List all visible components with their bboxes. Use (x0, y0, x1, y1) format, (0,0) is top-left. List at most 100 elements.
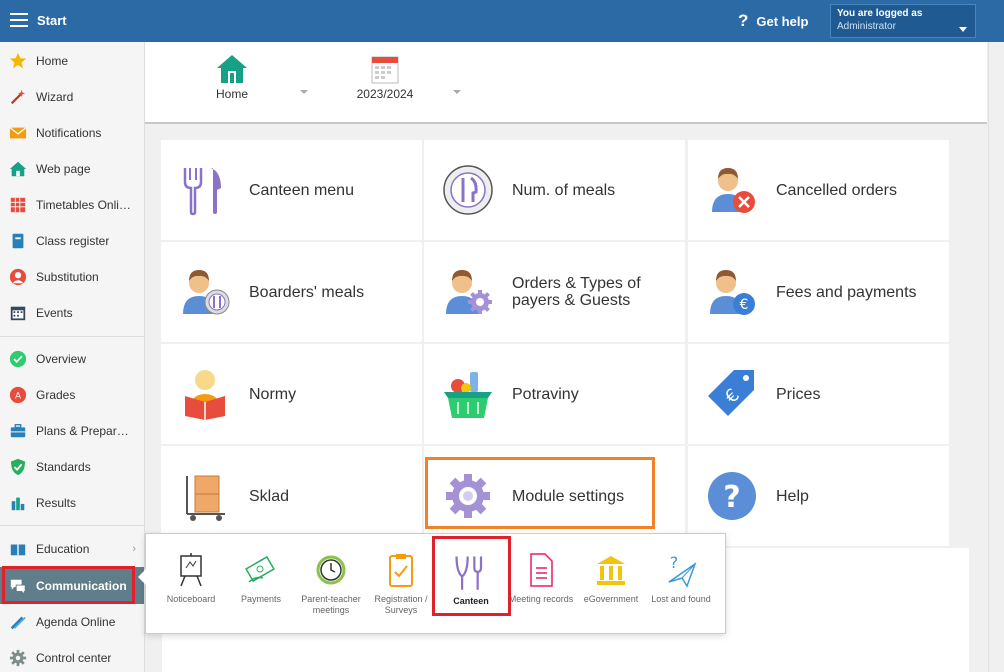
header-home-label: Home (215, 87, 248, 101)
sidebar-item-notifications[interactable]: Notifications (0, 115, 144, 151)
sidebar-item-education[interactable]: Education › (0, 531, 144, 567)
reader-icon (185, 370, 225, 420)
flyout-item-meeting-records[interactable]: Meeting records (506, 552, 576, 605)
sidebar-item-control-center[interactable]: Control center (0, 640, 144, 672)
tile-label: Help (776, 487, 809, 505)
sidebar-item-label: Results (36, 496, 77, 510)
price-tag-icon: € (708, 370, 754, 416)
gear-icon (9, 649, 27, 667)
timetable-icon (10, 197, 26, 213)
flyout-pointer (138, 569, 146, 585)
calendar-icon (10, 306, 26, 321)
flyout-item-noticeboard[interactable]: Noticeboard (156, 552, 226, 605)
get-help-button[interactable]: ? Get help (738, 11, 808, 31)
tile-boarders-meals[interactable]: Boarders' meals (161, 242, 422, 342)
flyout-item-label: Noticeboard (166, 594, 216, 604)
user-menu[interactable]: You are logged as Administrator (830, 4, 976, 38)
sidebar-item-label: Standards (36, 460, 91, 474)
bar-chart-icon (11, 497, 25, 511)
sidebar-item-plans[interactable]: Plans & Preparations (0, 413, 144, 449)
boxes-cart-icon (186, 475, 225, 521)
header-home-button[interactable]: Home (207, 54, 257, 101)
sidebar-item-results[interactable]: Results (0, 485, 144, 521)
tile-orders-types-payers[interactable]: Orders & Types of payers & Guests (424, 242, 685, 342)
wand-icon (10, 89, 26, 105)
sidebar-item-home[interactable]: Home (0, 43, 144, 79)
sidebar-item-label: Wizard (36, 90, 74, 104)
tile-label: Boarders' meals (249, 283, 365, 301)
year-dropdown-caret-icon[interactable] (453, 90, 461, 94)
briefcase-icon (10, 424, 26, 438)
sidebar-item-class-register[interactable]: Class register (0, 223, 144, 259)
person-plate-icon (183, 270, 230, 315)
communication-highlight (2, 566, 135, 604)
star-icon (9, 52, 27, 69)
sidebar-item-substitution[interactable]: Substitution (0, 259, 144, 295)
page-title[interactable]: Start (37, 13, 67, 28)
scrollbar[interactable] (988, 42, 1004, 672)
money-icon (245, 555, 275, 583)
sidebar-item-timetables[interactable]: Timetables Online (0, 187, 144, 223)
tile-canteen-menu[interactable]: Canteen menu (161, 140, 422, 240)
sidebar-item-label: Control center (36, 651, 112, 665)
tile-normy[interactable]: Normy (161, 344, 422, 444)
sidebar-item-label: Events (36, 306, 73, 320)
tile-label: Orders & Types of payers & Guests (512, 275, 641, 309)
user-caption: You are logged as (837, 8, 923, 19)
flyout-item-parent-teacher[interactable]: Parent-teacher meetings (296, 552, 366, 616)
svg-text:A: A (15, 391, 21, 401)
tile-potraviny[interactable]: Potraviny (424, 344, 685, 444)
sidebar-item-label: Notifications (36, 126, 102, 140)
flyout-item-lost-and-found[interactable]: ? Lost and found (646, 552, 716, 605)
document-icon (530, 553, 553, 587)
question-plane-icon: ? (668, 553, 697, 588)
sidebar-item-label: Timetables Online (36, 198, 132, 212)
calendar-icon (371, 56, 399, 84)
flyout-item-label: Registration / Surveys (374, 594, 428, 615)
sidebar-item-web-page[interactable]: Web page (0, 151, 144, 187)
module-settings-highlight (425, 457, 655, 529)
svg-text:?: ? (670, 553, 679, 572)
tile-label: Sklad (249, 487, 290, 505)
tile-label: Fees and payments (776, 283, 917, 301)
chevron-down-icon (959, 27, 967, 32)
noticeboard-icon (180, 553, 202, 587)
tile-sklad[interactable]: Sklad (161, 446, 422, 546)
header-year-label: 2023/2024 (356, 87, 414, 101)
sidebar-item-label: Substitution (36, 270, 99, 284)
sidebar-item-wizard[interactable]: Wizard (0, 79, 144, 115)
tile-label: Cancelled orders (776, 181, 897, 199)
flyout-item-label: Payments (240, 594, 282, 604)
plate-icon (443, 165, 493, 215)
sidebar-item-label: Plans & Preparations (36, 424, 132, 438)
get-help-label: Get help (756, 13, 809, 29)
hamburger-menu-icon[interactable] (10, 13, 28, 27)
sidebar-item-events[interactable]: Events (0, 295, 144, 331)
tile-label: Num. of meals (512, 181, 616, 199)
pencil-icon (10, 616, 26, 630)
flyout-item-label: Parent-teacher meetings (301, 594, 361, 615)
tile-help[interactable]: ? Help (688, 446, 949, 546)
tile-fees-and-payments[interactable]: € Fees and payments (688, 242, 949, 342)
flyout-item-registration[interactable]: Registration / Surveys (366, 552, 436, 616)
flyout-item-payments[interactable]: Payments (226, 552, 296, 605)
flyout-item-egovernment[interactable]: eGovernment (576, 552, 646, 605)
house-icon (9, 161, 27, 177)
question-icon: ? (738, 11, 749, 30)
sidebar-item-overview[interactable]: Overview (0, 341, 144, 377)
sidebar-item-agenda-online[interactable]: Agenda Online (0, 604, 144, 640)
person-icon (9, 268, 27, 286)
sidebar-item-grades[interactable]: A Grades (0, 377, 144, 413)
tile-num-of-meals[interactable]: Num. of meals (424, 140, 685, 240)
books-icon (10, 544, 26, 556)
fork-knife-icon (183, 168, 221, 216)
tile-cancelled-orders[interactable]: Cancelled orders (688, 140, 949, 240)
sidebar-item-label: Agenda Online (36, 615, 116, 629)
shield-icon (10, 458, 26, 476)
envelope-icon (9, 127, 27, 139)
home-dropdown-caret-icon[interactable] (300, 90, 308, 94)
tile-prices[interactable]: € Prices (688, 344, 949, 444)
person-euro-icon: € (710, 270, 755, 315)
header-year-button[interactable]: 2023/2024 (355, 54, 415, 101)
sidebar-item-standards[interactable]: Standards (0, 449, 144, 485)
